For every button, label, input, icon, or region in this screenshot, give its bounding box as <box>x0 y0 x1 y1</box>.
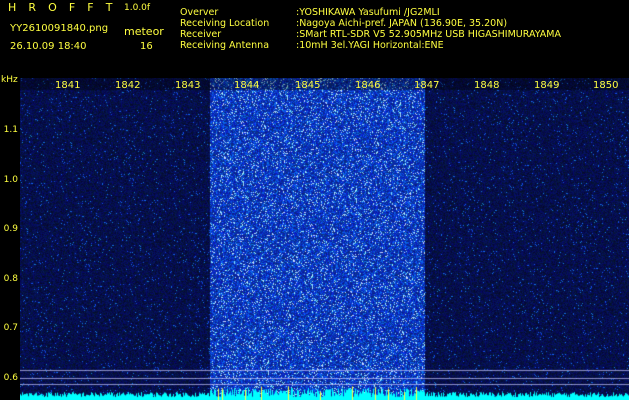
info-key: Receiving Location <box>180 18 270 29</box>
x-tick: 1842 <box>115 80 141 91</box>
info-key: Receiver <box>180 29 222 40</box>
x-tick: 1845 <box>295 80 321 91</box>
x-tick: 1846 <box>355 80 381 91</box>
y-tick: 1.1 <box>3 125 18 135</box>
y-unit-label: kHz <box>1 75 18 85</box>
x-tick: 1847 <box>414 80 440 91</box>
meteor-count: 16 <box>140 41 153 52</box>
y-tick: 0.6 <box>3 373 18 383</box>
version-label: 1.0.0f <box>124 3 151 13</box>
x-tick: 1843 <box>175 80 201 91</box>
info-value: :10mH 3el.YAGI Horizontal:ENE <box>296 40 444 51</box>
info-key: Receiving Antenna <box>180 40 270 51</box>
info-value: :Nagoya Aichi-pref. JAPAN (136.90E, 35.2… <box>296 18 508 29</box>
datetime-label: 26.10.09 18:40 <box>10 41 87 52</box>
waterfall-spectrogram <box>20 78 629 400</box>
info-receiver: Receiver :SMart RTL-SDR V5 52.905MHz USB … <box>180 30 561 40</box>
info-key: Overver <box>180 7 219 18</box>
x-tick: 1850 <box>593 80 619 91</box>
y-tick: 1.0 <box>3 175 18 185</box>
info-value: :YOSHIKAWA Yasufumi /JG2MLI <box>296 7 440 18</box>
x-tick: 1841 <box>55 80 81 91</box>
info-observer: Overver :YOSHIKAWA Yasufumi /JG2MLI <box>180 8 440 18</box>
header: H R O F F T 1.0.0f YY2610091840.png mete… <box>0 0 629 78</box>
y-tick: 0.9 <box>3 224 18 234</box>
x-tick: 1844 <box>234 80 260 91</box>
y-tick: 0.8 <box>3 274 18 284</box>
meteor-label: meteor <box>124 25 164 38</box>
y-tick: 0.7 <box>3 323 18 333</box>
filename-label: YY2610091840.png <box>10 23 109 34</box>
info-location: Receiving Location :Nagoya Aichi-pref. JA… <box>180 19 507 29</box>
info-antenna: Receiving Antenna :10mH 3el.YAGI Horizont… <box>180 41 444 51</box>
info-value: :SMart RTL-SDR V5 52.905MHz USB HIGASHIM… <box>296 29 561 40</box>
x-tick: 1849 <box>534 80 560 91</box>
app-title: H R O F F T <box>8 1 117 14</box>
x-tick: 1848 <box>474 80 500 91</box>
